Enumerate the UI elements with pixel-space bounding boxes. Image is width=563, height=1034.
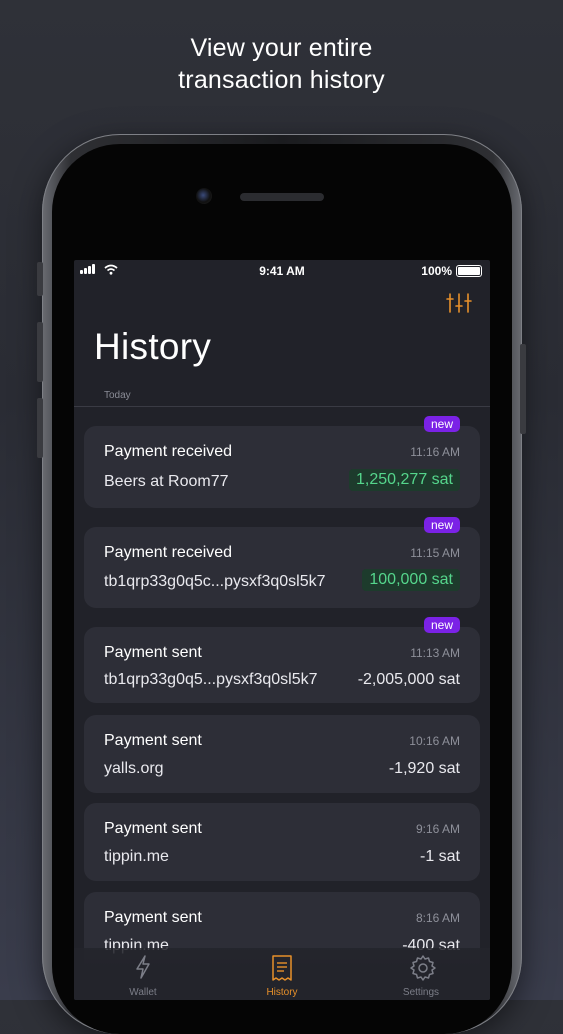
- lightning-icon: [136, 955, 150, 979]
- receipt-icon: [272, 955, 292, 981]
- tab-settings[interactable]: Settings: [371, 948, 471, 1000]
- header-divider: [74, 406, 490, 407]
- app-screen: 9:41 AM 100% History Today new Payment r…: [74, 260, 490, 1000]
- transaction-card[interactable]: Payment sent 9:16 AM tippin.me -1 sat: [84, 803, 480, 881]
- transaction-description: tb1qrp33g0q5...pysxf3q0sl5k7: [104, 671, 318, 688]
- section-label-today: Today: [104, 390, 131, 401]
- phone-volume-down-button: [37, 398, 43, 458]
- transaction-title: Payment sent: [104, 644, 202, 661]
- promo-headline: View your entire transaction history: [0, 32, 563, 96]
- tab-history[interactable]: History: [232, 948, 332, 1000]
- front-camera: [196, 188, 212, 204]
- transaction-time: 11:15 AM: [410, 546, 460, 560]
- page-title: History: [94, 326, 212, 367]
- transaction-title: Payment sent: [104, 820, 202, 837]
- transaction-card[interactable]: new Payment received 11:15 AM tb1qrp33g0…: [84, 517, 480, 608]
- new-badge: new: [423, 517, 460, 533]
- transaction-amount: 1,250,277 sat: [349, 469, 460, 491]
- transaction-description: Beers at Room77: [104, 473, 229, 490]
- phone-power-button: [520, 344, 526, 434]
- promo-headline-line1: View your entire: [190, 34, 373, 62]
- transaction-title: Payment received: [104, 544, 233, 561]
- transaction-time: 8:16 AM: [415, 911, 460, 925]
- transaction-time: 11:13 AM: [410, 646, 460, 660]
- transaction-title: Payment sent: [104, 732, 202, 749]
- tab-settings-label: Settings: [402, 987, 440, 998]
- filter-icon[interactable]: [446, 292, 472, 314]
- new-badge: new: [423, 617, 460, 633]
- transaction-description: yalls.org: [104, 760, 164, 777]
- transaction-card[interactable]: new Payment received 11:16 AM Beers at R…: [84, 416, 480, 508]
- transaction-amount: -2,005,000 sat: [357, 671, 460, 688]
- transaction-amount: 100,000 sat: [362, 569, 460, 591]
- battery-percent: 100%: [421, 264, 452, 278]
- battery-icon: [456, 265, 482, 277]
- promo-headline-line2: transaction history: [178, 66, 385, 94]
- tab-wallet-label: Wallet: [129, 987, 157, 998]
- earpiece-speaker: [240, 193, 324, 201]
- phone-silent-switch: [37, 262, 43, 296]
- gear-icon: [410, 955, 436, 981]
- status-bar: 9:41 AM 100%: [74, 260, 490, 282]
- transaction-description: tippin.me: [104, 848, 169, 865]
- tab-wallet[interactable]: Wallet: [93, 948, 193, 1000]
- tab-bar: Wallet History Settings: [74, 948, 490, 1000]
- transaction-amount: -1,920 sat: [388, 760, 460, 777]
- phone-volume-up-button: [37, 322, 43, 382]
- transaction-amount: -1 sat: [419, 848, 460, 865]
- tab-history-label: History: [266, 987, 298, 998]
- transaction-time: 10:16 AM: [409, 734, 460, 748]
- transaction-time: 11:16 AM: [410, 445, 460, 459]
- transaction-description: tb1qrp33g0q5c...pysxf3q0sl5k7: [104, 573, 326, 590]
- transaction-title: Payment sent: [104, 909, 202, 926]
- transaction-card[interactable]: new Payment sent 11:13 AM tb1qrp33g0q5..…: [84, 617, 480, 703]
- transaction-title: Payment received: [104, 443, 233, 460]
- transaction-time: 9:16 AM: [415, 822, 460, 836]
- transaction-card[interactable]: Payment sent 10:16 AM yalls.org -1,920 s…: [84, 715, 480, 793]
- new-badge: new: [423, 416, 460, 432]
